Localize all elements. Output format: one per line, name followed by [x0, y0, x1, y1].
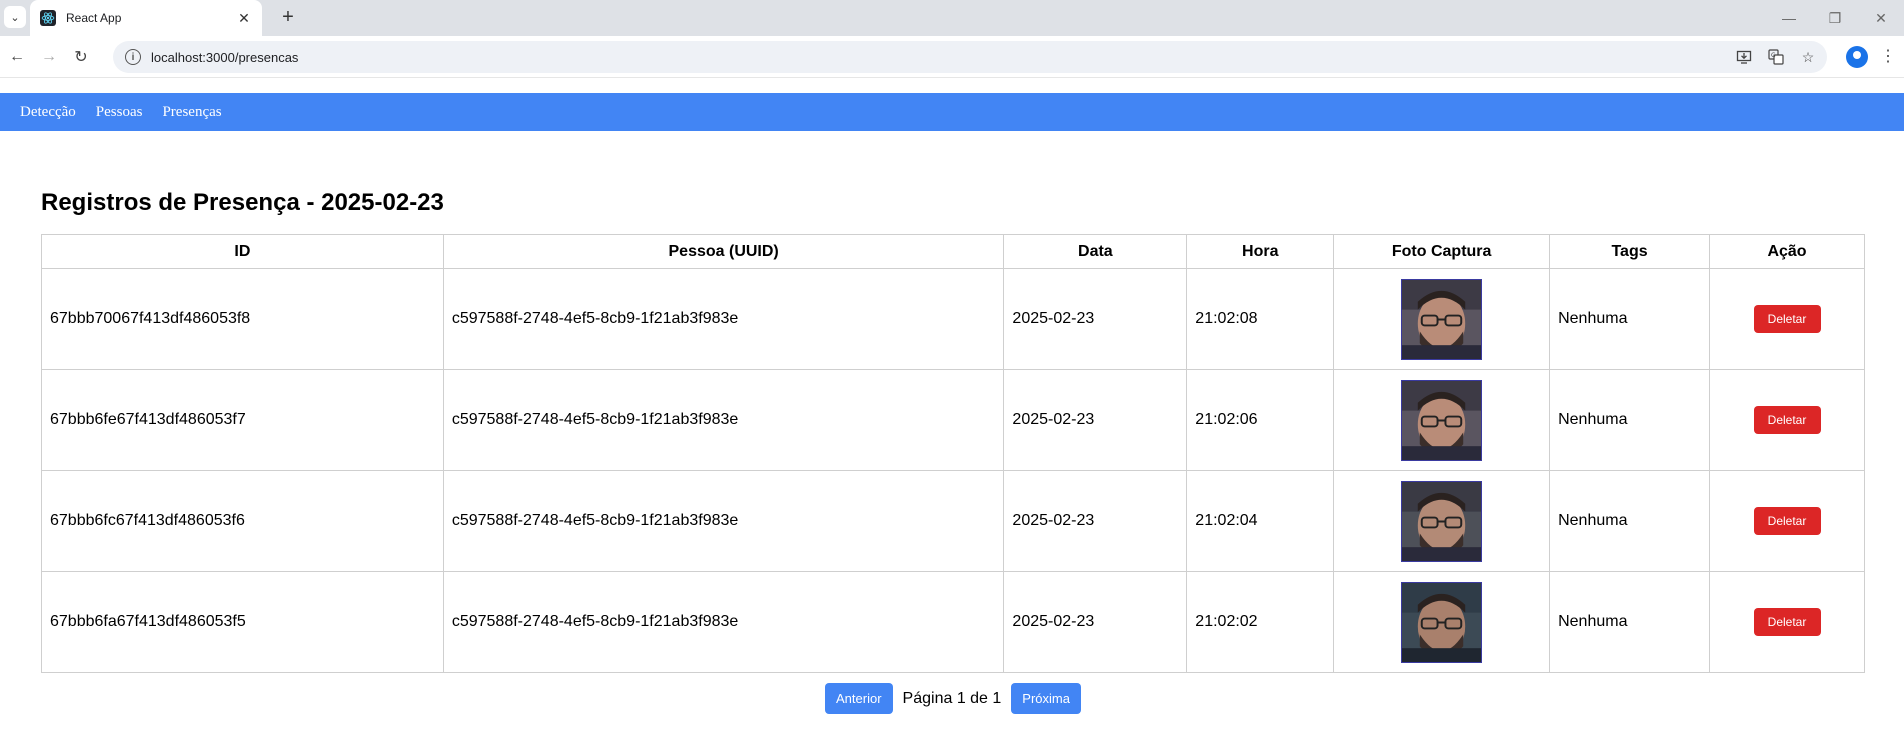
tab-title: React App: [66, 11, 122, 25]
omnibox-actions: G ☆: [1735, 41, 1817, 73]
cell-pessoa: c597588f-2748-4ef5-8cb9-1f21ab3f983e: [442, 571, 1005, 673]
install-app-icon[interactable]: [1735, 48, 1753, 66]
cell-hora: 21:02:08: [1186, 268, 1335, 370]
cell-id: 67bbb6fc67f413df486053f6: [41, 470, 444, 572]
cell-hora: 21:02:06: [1186, 369, 1335, 471]
browser-tab-bar: ⌄ React App ✕ + — ❐ ✕: [0, 0, 1904, 36]
restore-button[interactable]: ❐: [1812, 0, 1858, 36]
attendance-table: ID Pessoa (UUID) Data Hora Foto Captura …: [41, 234, 1865, 673]
cell-id: 67bbb6fa67f413df486053f5: [41, 571, 444, 673]
cell-foto: [1333, 369, 1551, 471]
profile-avatar-icon[interactable]: [1846, 46, 1868, 68]
column-header-id: ID: [41, 234, 444, 269]
page-status: Página 1 de 1: [902, 689, 1002, 707]
nav-link-deteccao[interactable]: Detecção: [20, 104, 76, 121]
browser-toolbar: ← → ↻ i localhost:3000/presencas G ☆ ⋮: [0, 36, 1904, 78]
bookmark-star-icon[interactable]: ☆: [1799, 48, 1817, 66]
site-info-icon[interactable]: i: [125, 49, 141, 65]
cell-tags: Nenhuma: [1549, 571, 1711, 673]
app-navbar: Detecção Pessoas Presenças: [0, 93, 1904, 131]
cell-pessoa: c597588f-2748-4ef5-8cb9-1f21ab3f983e: [442, 268, 1005, 370]
window-controls: — ❐ ✕: [1766, 0, 1904, 36]
browser-tab[interactable]: React App ✕: [30, 0, 262, 36]
cell-pessoa: c597588f-2748-4ef5-8cb9-1f21ab3f983e: [442, 369, 1005, 471]
cell-foto: [1333, 571, 1551, 673]
pagination: Anterior Página 1 de 1 Próxima: [41, 683, 1865, 714]
table-row: 67bbb6fc67f413df486053f6 c597588f-2748-4…: [41, 470, 1865, 572]
reload-icon[interactable]: ↻: [66, 42, 96, 72]
cell-hora: 21:02:04: [1186, 470, 1335, 572]
cell-acao: Deletar: [1709, 470, 1865, 572]
browser-menu-icon[interactable]: ⋮: [1880, 46, 1896, 68]
cell-id: 67bbb6fe67f413df486053f7: [41, 369, 444, 471]
back-arrow-icon[interactable]: ←: [2, 42, 32, 72]
minimize-button[interactable]: —: [1766, 0, 1812, 36]
cell-foto: [1333, 268, 1551, 370]
close-window-button[interactable]: ✕: [1858, 0, 1904, 36]
cell-data: 2025-02-23: [1003, 470, 1188, 572]
tab-close-icon[interactable]: ✕: [236, 10, 252, 27]
table-row: 67bbb6fe67f413df486053f7 c597588f-2748-4…: [41, 369, 1865, 471]
forward-arrow-icon[interactable]: →: [34, 42, 64, 72]
column-header-foto: Foto Captura: [1333, 234, 1551, 269]
column-header-hora: Hora: [1186, 234, 1335, 269]
cell-tags: Nenhuma: [1549, 369, 1711, 471]
column-header-acao: Ação: [1709, 234, 1865, 269]
cell-pessoa: c597588f-2748-4ef5-8cb9-1f21ab3f983e: [442, 470, 1005, 572]
cell-foto: [1333, 470, 1551, 572]
cell-data: 2025-02-23: [1003, 571, 1188, 673]
column-header-tags: Tags: [1549, 234, 1711, 269]
cell-data: 2025-02-23: [1003, 268, 1188, 370]
capture-photo: [1401, 278, 1483, 360]
nav-link-presencas[interactable]: Presenças: [162, 104, 221, 121]
delete-button[interactable]: Deletar: [1753, 406, 1821, 434]
url-text[interactable]: localhost:3000/presencas: [151, 50, 298, 65]
capture-photo: [1401, 581, 1483, 663]
page-title: Registros de Presença - 2025-02-23: [41, 189, 444, 216]
cell-id: 67bbb70067f413df486053f8: [41, 268, 444, 370]
main-content: Registros de Presença - 2025-02-23 ID Pe…: [41, 131, 1865, 714]
next-page-button[interactable]: Próxima: [1011, 683, 1081, 714]
capture-photo: [1401, 379, 1483, 461]
cell-data: 2025-02-23: [1003, 369, 1188, 471]
cell-tags: Nenhuma: [1549, 470, 1711, 572]
delete-button[interactable]: Deletar: [1753, 608, 1821, 636]
table-row: 67bbb70067f413df486053f8 c597588f-2748-4…: [41, 268, 1865, 370]
capture-photo: [1401, 480, 1483, 562]
column-header-data: Data: [1003, 234, 1188, 269]
previous-page-button[interactable]: Anterior: [825, 683, 893, 714]
cell-tags: Nenhuma: [1549, 268, 1711, 370]
cell-acao: Deletar: [1709, 268, 1865, 370]
svg-text:G: G: [1771, 52, 1776, 59]
new-tab-button[interactable]: +: [276, 6, 300, 30]
tab-search-chevron-icon[interactable]: ⌄: [4, 6, 26, 28]
table-row: 67bbb6fa67f413df486053f5 c597588f-2748-4…: [41, 571, 1865, 673]
translate-icon[interactable]: G: [1767, 48, 1785, 66]
cell-acao: Deletar: [1709, 369, 1865, 471]
column-header-pessoa: Pessoa (UUID): [442, 234, 1005, 269]
delete-button[interactable]: Deletar: [1753, 507, 1821, 535]
cell-acao: Deletar: [1709, 571, 1865, 673]
nav-link-pessoas[interactable]: Pessoas: [96, 104, 143, 121]
address-bar[interactable]: i localhost:3000/presencas G ☆: [113, 41, 1827, 73]
table-header-row: ID Pessoa (UUID) Data Hora Foto Captura …: [41, 234, 1865, 269]
react-logo-icon: [40, 10, 56, 26]
delete-button[interactable]: Deletar: [1753, 305, 1821, 333]
cell-hora: 21:02:02: [1186, 571, 1335, 673]
